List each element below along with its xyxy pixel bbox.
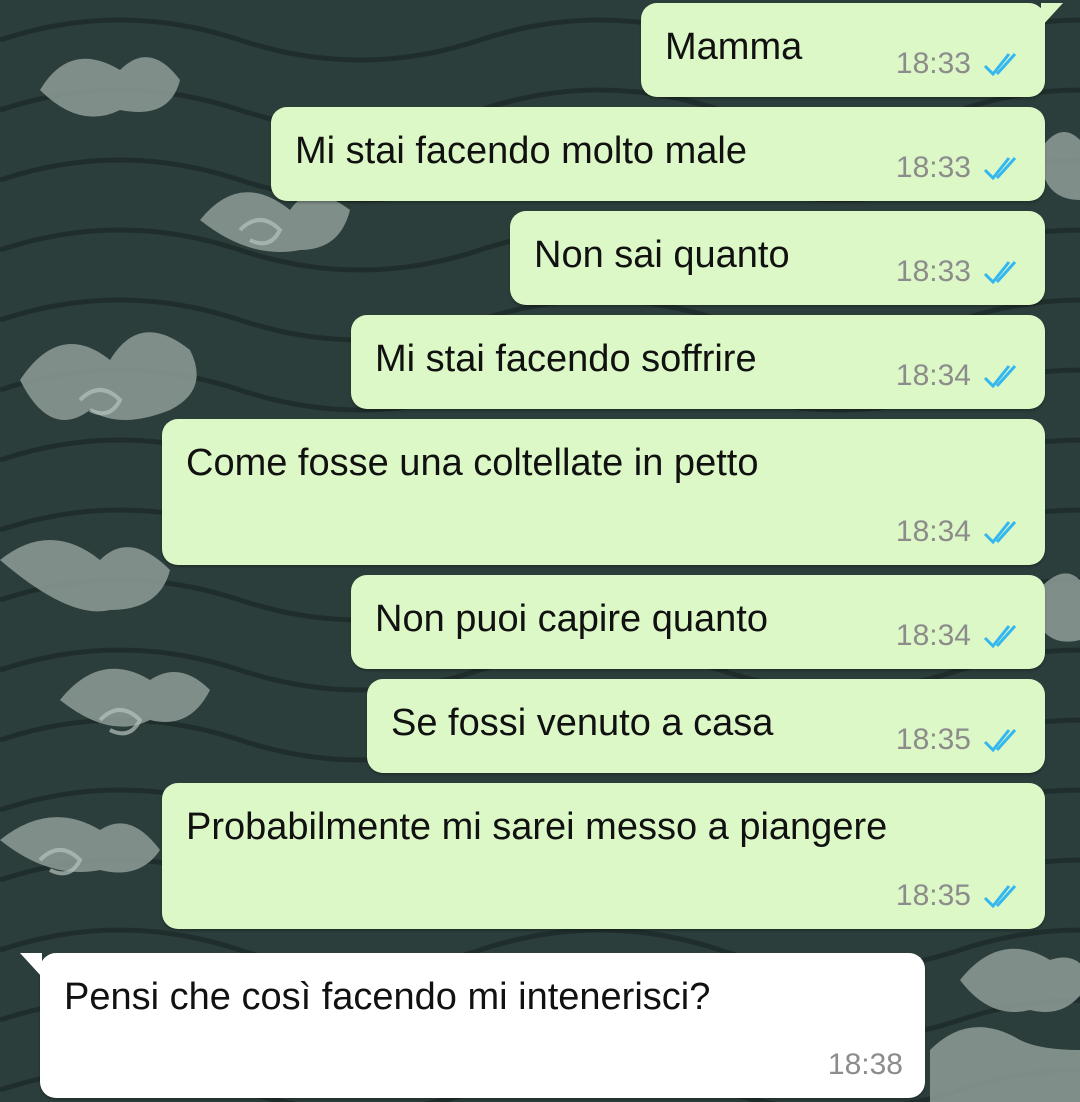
incoming-message[interactable]: Pensi che così facendo mi intenerisci? 1… bbox=[20, 953, 925, 1098]
message-text: Non sai quanto bbox=[534, 234, 790, 276]
message-time: 18:33 bbox=[895, 47, 971, 80]
outgoing-message[interactable]: Mamma 18:33 bbox=[641, 3, 1063, 97]
message-text: Probabilmente mi sarei messo a piangere bbox=[186, 806, 888, 848]
chat-conversation[interactable]: Mamma 18:33 Mi stai facendo molto male 1… bbox=[0, 0, 1080, 1102]
outgoing-message[interactable]: Non sai quanto 18:33 bbox=[510, 211, 1045, 305]
message-meta: 18:33 bbox=[896, 255, 1023, 289]
message-time: 18:33 bbox=[895, 255, 971, 288]
message-meta: 18:38 bbox=[828, 1048, 903, 1082]
outgoing-message[interactable]: Non puoi capire quanto 18:34 bbox=[351, 575, 1045, 669]
bubble-tail bbox=[20, 953, 42, 977]
double-check-read-icon bbox=[983, 364, 1017, 389]
message-time: 18:35 bbox=[895, 879, 971, 912]
message-meta: 18:33 bbox=[896, 47, 1023, 81]
double-check-read-icon bbox=[983, 52, 1017, 77]
bubble-tail bbox=[1041, 3, 1063, 27]
message-meta: 18:33 bbox=[896, 151, 1023, 185]
outgoing-message[interactable]: Come fosse una coltellate in petto 18:34 bbox=[162, 419, 1045, 565]
message-time: 18:38 bbox=[827, 1048, 903, 1081]
message-meta: 18:34 bbox=[896, 359, 1023, 393]
double-check-read-icon bbox=[983, 260, 1017, 285]
message-text: Come fosse una coltellate in petto bbox=[186, 442, 759, 484]
double-check-read-icon bbox=[983, 728, 1017, 753]
message-meta: 18:34 bbox=[896, 515, 1023, 549]
message-meta: 18:34 bbox=[896, 619, 1023, 653]
message-text: Mi stai facendo molto male bbox=[295, 130, 747, 172]
message-time: 18:35 bbox=[895, 723, 971, 756]
message-text: Mi stai facendo soffrire bbox=[375, 338, 757, 380]
outgoing-message[interactable]: Mi stai facendo molto male 18:33 bbox=[271, 107, 1045, 201]
outgoing-message[interactable]: Probabilmente mi sarei messo a piangere … bbox=[162, 783, 1045, 929]
message-meta: 18:35 bbox=[896, 879, 1023, 913]
message-time: 18:34 bbox=[895, 359, 971, 392]
message-text: Non puoi capire quanto bbox=[375, 598, 768, 640]
message-text: Pensi che così facendo mi intenerisci? bbox=[64, 976, 711, 1018]
double-check-read-icon bbox=[983, 884, 1017, 909]
message-time: 18:33 bbox=[895, 151, 971, 184]
outgoing-message[interactable]: Mi stai facendo soffrire 18:34 bbox=[351, 315, 1045, 409]
message-text: Se fossi venuto a casa bbox=[391, 702, 774, 744]
double-check-read-icon bbox=[983, 520, 1017, 545]
message-time: 18:34 bbox=[895, 515, 971, 548]
message-meta: 18:35 bbox=[896, 723, 1023, 757]
double-check-read-icon bbox=[983, 156, 1017, 181]
outgoing-message[interactable]: Se fossi venuto a casa 18:35 bbox=[367, 679, 1045, 773]
message-text: Mamma bbox=[665, 26, 803, 68]
double-check-read-icon bbox=[983, 624, 1017, 649]
message-time: 18:34 bbox=[895, 619, 971, 652]
